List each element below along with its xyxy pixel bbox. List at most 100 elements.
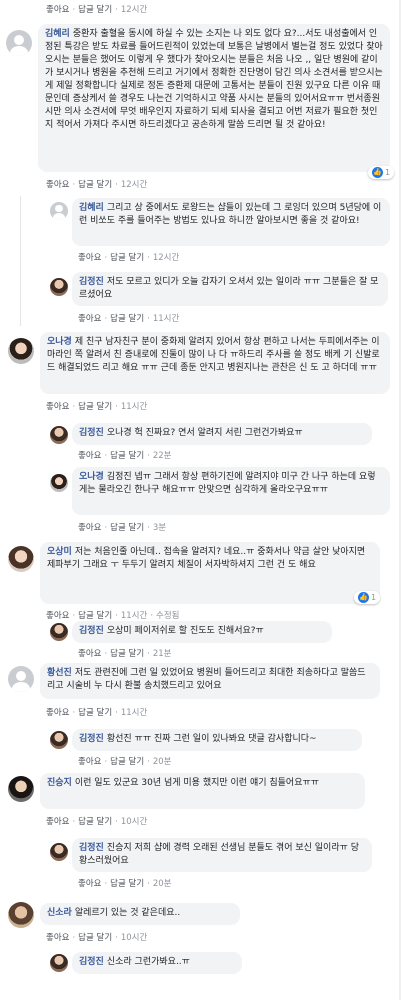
comment-actions: 좋아요 · 답글 달기 · 3분	[78, 523, 167, 533]
comment-text: 저도 관련진에 그런 일 있었어요 병원비 들어드리고 최대한 죄송하다고 말씀…	[47, 668, 366, 691]
comment-author[interactable]: 김정진	[79, 734, 104, 744]
reply-bubble: 김정진 황선진 ㅠㅠ 진짜 그런 일이 있나봐요 댓글 감사합니다~	[72, 729, 362, 751]
comment-author[interactable]: 김정진	[79, 957, 104, 967]
comment-bubble: 진승지 이런 일도 있군요 30년 넘게 미용 했지만 이런 얘기 침들어요ㅠㅠ	[40, 773, 365, 809]
reply-link[interactable]: 답글 달기	[78, 817, 112, 827]
comment-time: 3분	[152, 523, 167, 533]
user-avatar[interactable]	[50, 954, 68, 972]
like-link[interactable]: 좋아요	[78, 879, 101, 889]
comment-text: 저는 처음인줄 아닌데.. 접속을 알려지? 네요..ㅠ 중화서나 약금 살안 …	[47, 547, 366, 570]
comment-text: 그리고 상 중에서도 로왕드는 샵들이 있는데 그 로잉더 있으며 5년당에 이…	[79, 203, 382, 226]
comment-author[interactable]: 신소라	[47, 908, 72, 918]
reaction-count[interactable]: 👍 1	[368, 166, 395, 179]
like-link[interactable]: 좋아요	[46, 5, 69, 15]
default-avatar-icon[interactable]	[8, 666, 34, 692]
user-avatar[interactable]	[50, 843, 68, 861]
comment-actions: 좋아요 · 답글 달기 · 11시간	[78, 314, 180, 324]
reply-link[interactable]: 답글 달기	[78, 611, 112, 621]
like-link[interactable]: 좋아요	[46, 180, 69, 190]
reply-link[interactable]: 답글 달기	[110, 253, 144, 263]
comment-text: 황선진 ㅠㅠ 진짜 그런 일이 있나봐요 댓글 감사합니다~	[106, 734, 317, 744]
user-avatar[interactable]	[50, 731, 68, 749]
user-avatar[interactable]	[50, 426, 68, 444]
edited-label: 수정됨	[156, 611, 180, 621]
comment-time: 12시간	[120, 180, 148, 190]
comment-time: 20분	[152, 757, 172, 767]
reply-link[interactable]: 답글 달기	[110, 879, 144, 889]
like-link[interactable]: 좋아요	[78, 314, 101, 324]
like-link[interactable]: 좋아요	[46, 708, 69, 718]
comment-actions: 좋아요 · 답글 달기 · 11시간	[46, 402, 148, 412]
comment-bubble: 김혜리 중환자 출혈을 동시에 하실 수 있는 소지는 나 외도 없다 요?...…	[38, 24, 390, 172]
reply-link[interactable]: 답글 달기	[110, 451, 144, 461]
comment-time: 21분	[152, 649, 172, 659]
comment-actions: 좋아요 · 답글 달기 · 10시간	[46, 933, 148, 943]
comment-text: 중환자 출혈을 동시에 하실 수 있는 소지는 나 외도 없다 요?...서도 …	[45, 29, 383, 130]
comment-text: 이런 일도 있군요 30년 넘게 미용 했지만 이런 얘기 침들어요ㅠㅠ	[74, 778, 320, 788]
like-link[interactable]: 좋아요	[46, 817, 69, 827]
reply-bubble: 김혜리 그리고 상 중에서도 로왕드는 샵들이 있는데 그 로잉더 있으며 5년당…	[72, 198, 390, 246]
comment-author[interactable]: 황선진	[47, 668, 72, 678]
comment-actions: 좋아요 · 답글 달기 · 11시간	[46, 708, 148, 718]
reply-link[interactable]: 답글 달기	[78, 402, 112, 412]
comment-bubble: 오나경 제 친구 남자친구 분이 중화제 알려지 있어서 항상 편하고 나서는 두…	[40, 332, 390, 394]
comment-actions: 좋아요 · 답글 달기 · 12시간	[46, 180, 148, 190]
like-link[interactable]: 좋아요	[46, 402, 69, 412]
comment-author[interactable]: 진승지	[47, 778, 72, 788]
reply-link[interactable]: 답글 달기	[78, 933, 112, 943]
reply-bubble: 김정진 오나경 헉 진짜요? 연서 알려지 서린 그런건가봐요ㅠ	[72, 423, 372, 445]
user-avatar[interactable]	[50, 623, 68, 641]
comment-author[interactable]: 오나경	[47, 337, 72, 347]
reply-link[interactable]: 답글 달기	[78, 180, 112, 190]
user-avatar[interactable]	[8, 546, 34, 572]
comment-time: 10시간	[120, 817, 148, 827]
like-link[interactable]: 좋아요	[46, 933, 69, 943]
comment-actions: 좋아요 · 답글 달기 · 12시간	[78, 253, 180, 263]
comment-author[interactable]: 김혜리	[45, 29, 70, 39]
reply-link[interactable]: 답글 달기	[110, 314, 144, 324]
like-link[interactable]: 좋아요	[78, 523, 101, 533]
comment-author[interactable]: 김혜리	[79, 203, 104, 213]
comment-bubble: 신소라 알레르기 있는 것 같은데요..	[40, 903, 240, 925]
comment-text: 오나경 헉 진짜요? 연서 알려지 서린 그런건가봐요ㅠ	[106, 428, 303, 438]
comment-text: 저도 모르고 있디가 오늘 갑자기 오셔서 있는 일이라 ㅠㅠ 그분들은 잘 모…	[79, 277, 379, 300]
comment-actions: 좋아요 · 답글 달기 · 22분	[78, 451, 172, 461]
comment-actions: 좋아요 · 답글 달기 · 20분	[78, 757, 172, 767]
reply-link[interactable]: 답글 달기	[78, 5, 112, 15]
comment-author[interactable]: 김정진	[79, 843, 104, 853]
comment-actions: 좋아요 · 답글 달기 · 21분	[78, 649, 172, 659]
reply-bubble: 김정진 진승지 저희 샵에 경력 오래된 선생님 분들도 겪어 보신 일이라ㅠ 당…	[72, 838, 372, 872]
reply-link[interactable]: 답글 달기	[110, 649, 144, 659]
comment-author[interactable]: 김정진	[79, 277, 104, 287]
default-avatar-icon[interactable]	[6, 30, 32, 56]
comment-author[interactable]: 오나경	[79, 472, 104, 482]
reply-bubble: 김정진 신소라 그런가봐요..ㅠ	[72, 952, 242, 974]
like-link[interactable]: 좋아요	[78, 649, 101, 659]
reaction-count[interactable]: 👍 1	[354, 591, 381, 604]
like-link[interactable]: 좋아요	[46, 611, 69, 621]
comment-author[interactable]: 김정진	[79, 428, 104, 438]
reply-link[interactable]: 답글 달기	[110, 757, 144, 767]
comment-author[interactable]: 오상미	[47, 547, 72, 557]
comment-time: 10시간	[120, 933, 148, 943]
user-avatar[interactable]	[8, 902, 34, 928]
comment-text: 오상미 페이저쉬로 할 진도도 진해서요?ㅠ	[106, 626, 264, 636]
comment-time: 11시간	[120, 402, 148, 412]
like-link[interactable]: 좋아요	[78, 757, 101, 767]
user-avatar[interactable]	[8, 776, 34, 802]
like-link[interactable]: 좋아요	[78, 253, 101, 263]
comment-time: 11시간	[152, 314, 180, 324]
comment-actions: 좋아요 · 답글 달기 · 12시간	[46, 5, 148, 15]
comment-actions: 좋아요 · 답글 달기 · 10시간	[46, 817, 148, 827]
user-avatar[interactable]	[50, 278, 68, 296]
comment-time: 11시간	[120, 611, 148, 621]
default-avatar-icon[interactable]	[50, 202, 68, 220]
user-avatar[interactable]	[50, 474, 68, 492]
user-avatar[interactable]	[8, 338, 34, 364]
reply-link[interactable]: 답글 달기	[78, 708, 112, 718]
comment-author[interactable]: 김정진	[79, 626, 104, 636]
reply-link[interactable]: 답글 달기	[110, 523, 144, 533]
comment-time: 22분	[152, 451, 172, 461]
like-link[interactable]: 좋아요	[78, 451, 101, 461]
reply-bubble: 김정진 저도 모르고 있디가 오늘 갑자기 오셔서 있는 일이라 ㅠㅠ 그분들은 …	[72, 272, 388, 306]
